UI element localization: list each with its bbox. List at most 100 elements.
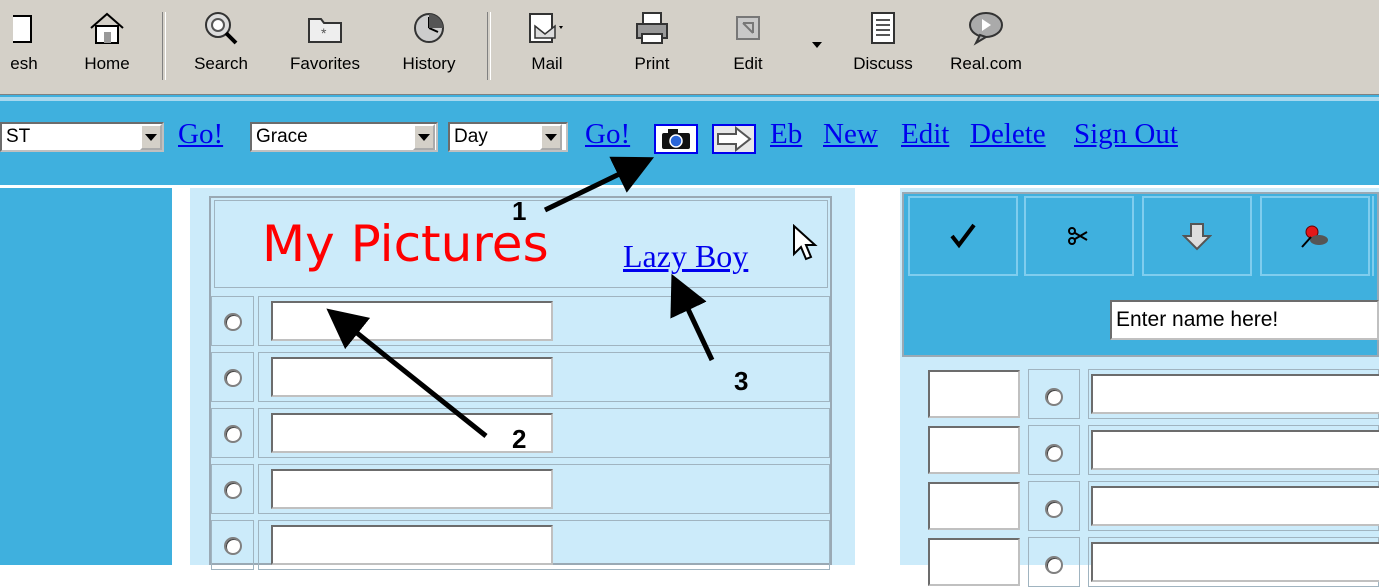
go-link-1[interactable]: Go! (178, 118, 223, 151)
picture-radio[interactable] (224, 313, 242, 331)
new-link[interactable]: New (823, 118, 878, 151)
edit-button[interactable]: Edit (720, 0, 776, 90)
print-icon (632, 8, 672, 48)
order-input[interactable] (928, 482, 1020, 530)
picture-name-input[interactable] (271, 301, 553, 341)
down-arrow-icon (1182, 223, 1212, 251)
order-input[interactable] (928, 538, 1020, 586)
mail-label: Mail (531, 54, 563, 73)
refresh-icon (4, 8, 44, 48)
list-item-input-cell (1088, 537, 1379, 587)
period-select-arrow-icon[interactable] (540, 124, 562, 150)
real-com-button[interactable]: Real.com (936, 0, 1036, 90)
item-name-input[interactable] (1091, 374, 1379, 414)
item-radio[interactable] (1045, 556, 1063, 574)
item-radio[interactable] (1045, 388, 1063, 406)
item-radio[interactable] (1045, 500, 1063, 518)
item-name-input[interactable] (1091, 542, 1379, 582)
name-input[interactable]: Enter name here! (1110, 300, 1379, 340)
svg-text:*: * (321, 25, 327, 41)
list-item-input-cell (258, 464, 830, 514)
order-input[interactable] (928, 370, 1020, 418)
list-item-radio-cell (211, 296, 254, 346)
favorites-icon: * (305, 8, 345, 48)
refresh-label: esh (10, 54, 38, 73)
print-button[interactable]: Print (617, 0, 687, 90)
name-input-placeholder: Enter name here! (1116, 308, 1279, 331)
list-item-input-cell (258, 408, 830, 458)
delete-link[interactable]: Delete (970, 118, 1046, 151)
list-item-input-cell (258, 296, 830, 346)
confirm-button[interactable] (908, 196, 1018, 276)
history-label: History (402, 54, 456, 73)
search-label: Search (194, 54, 248, 73)
scissors-icon (1068, 227, 1088, 245)
mail-icon (527, 8, 567, 48)
favorites-label: Favorites (290, 54, 360, 73)
move-down-button[interactable] (1142, 196, 1252, 276)
pushpin-icon (1301, 225, 1328, 248)
list-item-radio-cell (1028, 481, 1080, 531)
camera-icon[interactable] (654, 124, 698, 154)
history-button[interactable]: History (388, 0, 470, 90)
annotation-label-3: 3 (734, 366, 749, 396)
picture-name-input[interactable] (271, 413, 553, 453)
list-item-input-cell (258, 520, 830, 570)
real-com-icon (966, 8, 1006, 48)
edit-dropdown-arrow-icon[interactable] (812, 42, 822, 48)
list-item-radio-cell (1028, 369, 1080, 419)
user-select[interactable]: Grace (250, 122, 438, 152)
item-name-input[interactable] (1091, 430, 1379, 470)
checkmark-icon (950, 223, 976, 249)
refresh-button[interactable]: esh (0, 0, 56, 90)
toolbar-separator (162, 12, 166, 80)
browser-toolbar: esh Home Search * Favorites History Mail (0, 0, 1379, 95)
picture-radio[interactable] (224, 537, 242, 555)
eb-link[interactable]: Eb (770, 118, 802, 151)
edit-label: Edit (733, 54, 763, 73)
picture-name-input[interactable] (271, 357, 553, 397)
discuss-label: Discuss (853, 54, 913, 73)
list-item-input-cell (1088, 369, 1379, 419)
list-item-radio-cell (211, 408, 254, 458)
list-item-radio-cell (211, 464, 254, 514)
item-name-input[interactable] (1091, 486, 1379, 526)
pictures-title: My Pictures (262, 215, 549, 273)
picture-radio[interactable] (224, 369, 242, 387)
picture-radio[interactable] (224, 481, 242, 499)
edit-icon (728, 8, 768, 48)
print-label: Print (634, 54, 670, 73)
favorites-button[interactable]: * Favorites (275, 0, 375, 90)
home-icon (87, 8, 127, 48)
picture-radio[interactable] (224, 425, 242, 443)
home-button[interactable]: Home (72, 0, 142, 90)
list-item-input-cell (1088, 481, 1379, 531)
lazy-boy-link[interactable]: Lazy Boy (623, 238, 748, 275)
picture-name-input[interactable] (271, 469, 553, 509)
item-radio[interactable] (1045, 444, 1063, 462)
action-button-edge (1372, 196, 1379, 276)
period-select-value: Day (454, 126, 488, 147)
sign-out-link[interactable]: Sign Out (1074, 118, 1178, 151)
order-input[interactable] (928, 426, 1020, 474)
view-select-value: ST (6, 126, 31, 147)
list-item-radio-cell (211, 520, 254, 570)
view-select-arrow-icon[interactable] (140, 124, 162, 150)
search-button[interactable]: Search (182, 0, 260, 90)
picture-name-input[interactable] (271, 525, 553, 565)
pin-button[interactable] (1260, 196, 1370, 276)
user-select-arrow-icon[interactable] (413, 124, 435, 150)
cut-button[interactable] (1024, 196, 1134, 276)
home-label: Home (84, 54, 130, 73)
forward-arrow-icon[interactable] (712, 124, 756, 154)
list-item-input-cell (1088, 425, 1379, 475)
user-select-value: Grace (256, 126, 308, 147)
go-link-2[interactable]: Go! (585, 118, 630, 151)
annotation-label-1: 1 (512, 196, 527, 226)
mail-button[interactable]: Mail (512, 0, 582, 90)
mouse-cursor-icon (793, 224, 818, 261)
edit-link[interactable]: Edit (901, 118, 949, 151)
real-com-label: Real.com (950, 54, 1022, 73)
search-icon (201, 8, 241, 48)
discuss-button[interactable]: Discuss (843, 0, 923, 90)
